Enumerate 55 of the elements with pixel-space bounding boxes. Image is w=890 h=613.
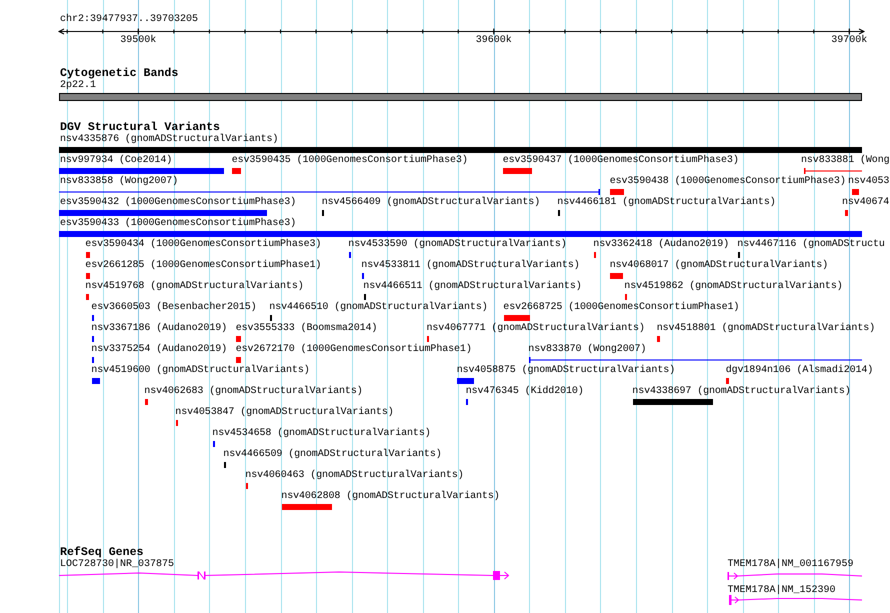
variant-label: nsv4466509 (gnomADStructuralVariants) [223,449,442,461]
variant-label: nsv4338697 (gnomADStructuralVariants) [632,386,851,398]
variant-label: esv3660503 (Besenbacher2015) [91,302,257,314]
band-label: 2p22.1 [60,80,96,92]
variant-label: nsv833858 (Wong2007) [60,176,178,188]
variant-label: esv3555333 (Boomsma2014) [236,323,378,335]
variant-label: nsv4466181 (gnomADStructuralVariants) [557,197,776,209]
gene-label: TMEM178A|NM_152390 [728,584,836,596]
variant-label: nsv4467116 (gnomADStructu [737,239,885,251]
variant-label: nsv4466510 (gnomADStructuralVariants) [269,302,488,314]
variant-label: nsv4060463 (gnomADStructuralVariants) [245,470,464,482]
track-title: Cytogenetic Bands [60,68,178,80]
variant-label: esv3590433 (1000GenomesConsortiumPhase3) [60,218,296,230]
variant-label: nsv833870 (Wong2007) [528,344,646,356]
variant-label: esv3590434 (1000GenomesConsortiumPhase3) [85,239,322,251]
ruler-tick-label: 39700k [831,34,868,46]
variant-label: nsv4519768 (gnomADStructuralVariants) [85,281,304,293]
ruler-tick-label: 39600k [476,34,512,46]
variant-label: nsv833881 (Wong [801,155,890,167]
variant-label: esv3590437 (1000GenomesConsortiumPhase3) [502,155,739,167]
variant-label: nsv997934 (Coe2014) [60,155,172,167]
variant-label: nsv4053 [848,176,890,188]
variant-label: dgv1894n106 (Alsmadi2014) [726,365,874,377]
variant-label: nsv4466511 (gnomADStructuralVariants) [363,281,582,293]
variant-label: nsv476345 (Kidd2010) [466,386,584,398]
variant-label: nsv4062683 (gnomADStructuralVariants) [144,386,363,398]
variant-label: nsv4519600 (gnomADStructuralVariants) [91,365,310,377]
variant-label: nsv4518801 (gnomADStructuralVariants) [656,323,876,335]
variant-label: esv2668725 (1000GenomesConsortiumPhase1) [503,302,740,314]
variant-label: nsv4053847 (gnomADStructuralVariants) [175,407,394,419]
gene-label: LOC728730|NR_037875 [60,559,174,571]
variant-label: esv3590438 (1000GenomesConsortiumPhase3) [610,176,846,188]
variant-label: nsv3367186 (Audano2019) [91,323,228,335]
variant-label: nsv4335876 (gnomADStructuralVariants) [60,134,278,146]
region-label: chr2:39477937..39703205 [60,14,198,26]
variant-label: nsv4533590 (gnomADStructuralVariants) [348,239,567,251]
ruler-tick-label: 39500k [120,34,156,46]
variant-label: esv3590435 (1000GenomesConsortiumPhase3) [232,155,468,167]
variant-label: nsv3362418 (Audano2019) [593,239,730,251]
track-title: DGV Structural Variants [60,122,220,134]
variant-label: nsv4067771 (gnomADStructuralVariants) [426,323,645,335]
variant-label: nsv4058875 (gnomADStructuralVariants) [456,365,676,377]
variant-label: nsv4534658 (gnomADStructuralVariants) [212,428,431,440]
gene-label: TMEM178A|NM_001167959 [728,559,854,571]
variant-label: nsv4533811 (gnomADStructuralVariants) [361,260,580,272]
variant-label: nsv40674 [842,197,890,209]
track-title: RefSeq Genes [60,547,144,559]
variant-label: esv3590432 (1000GenomesConsortiumPhase3) [60,197,296,209]
variant-label: nsv4566409 (gnomADStructuralVariants) [322,197,540,209]
variant-label: nsv4062808 (gnomADStructuralVariants) [281,491,500,503]
variant-label: nsv4519862 (gnomADStructuralVariants) [624,281,843,293]
variant-label: nsv4068017 (gnomADStructuralVariants) [610,260,828,272]
variant-label: esv2661285 (1000GenomesConsortiumPhase1) [85,260,322,272]
variant-label: esv2672170 (1000GenomesConsortiumPhase1) [236,344,472,356]
variant-label: nsv3375254 (Audano2019) [91,344,228,356]
